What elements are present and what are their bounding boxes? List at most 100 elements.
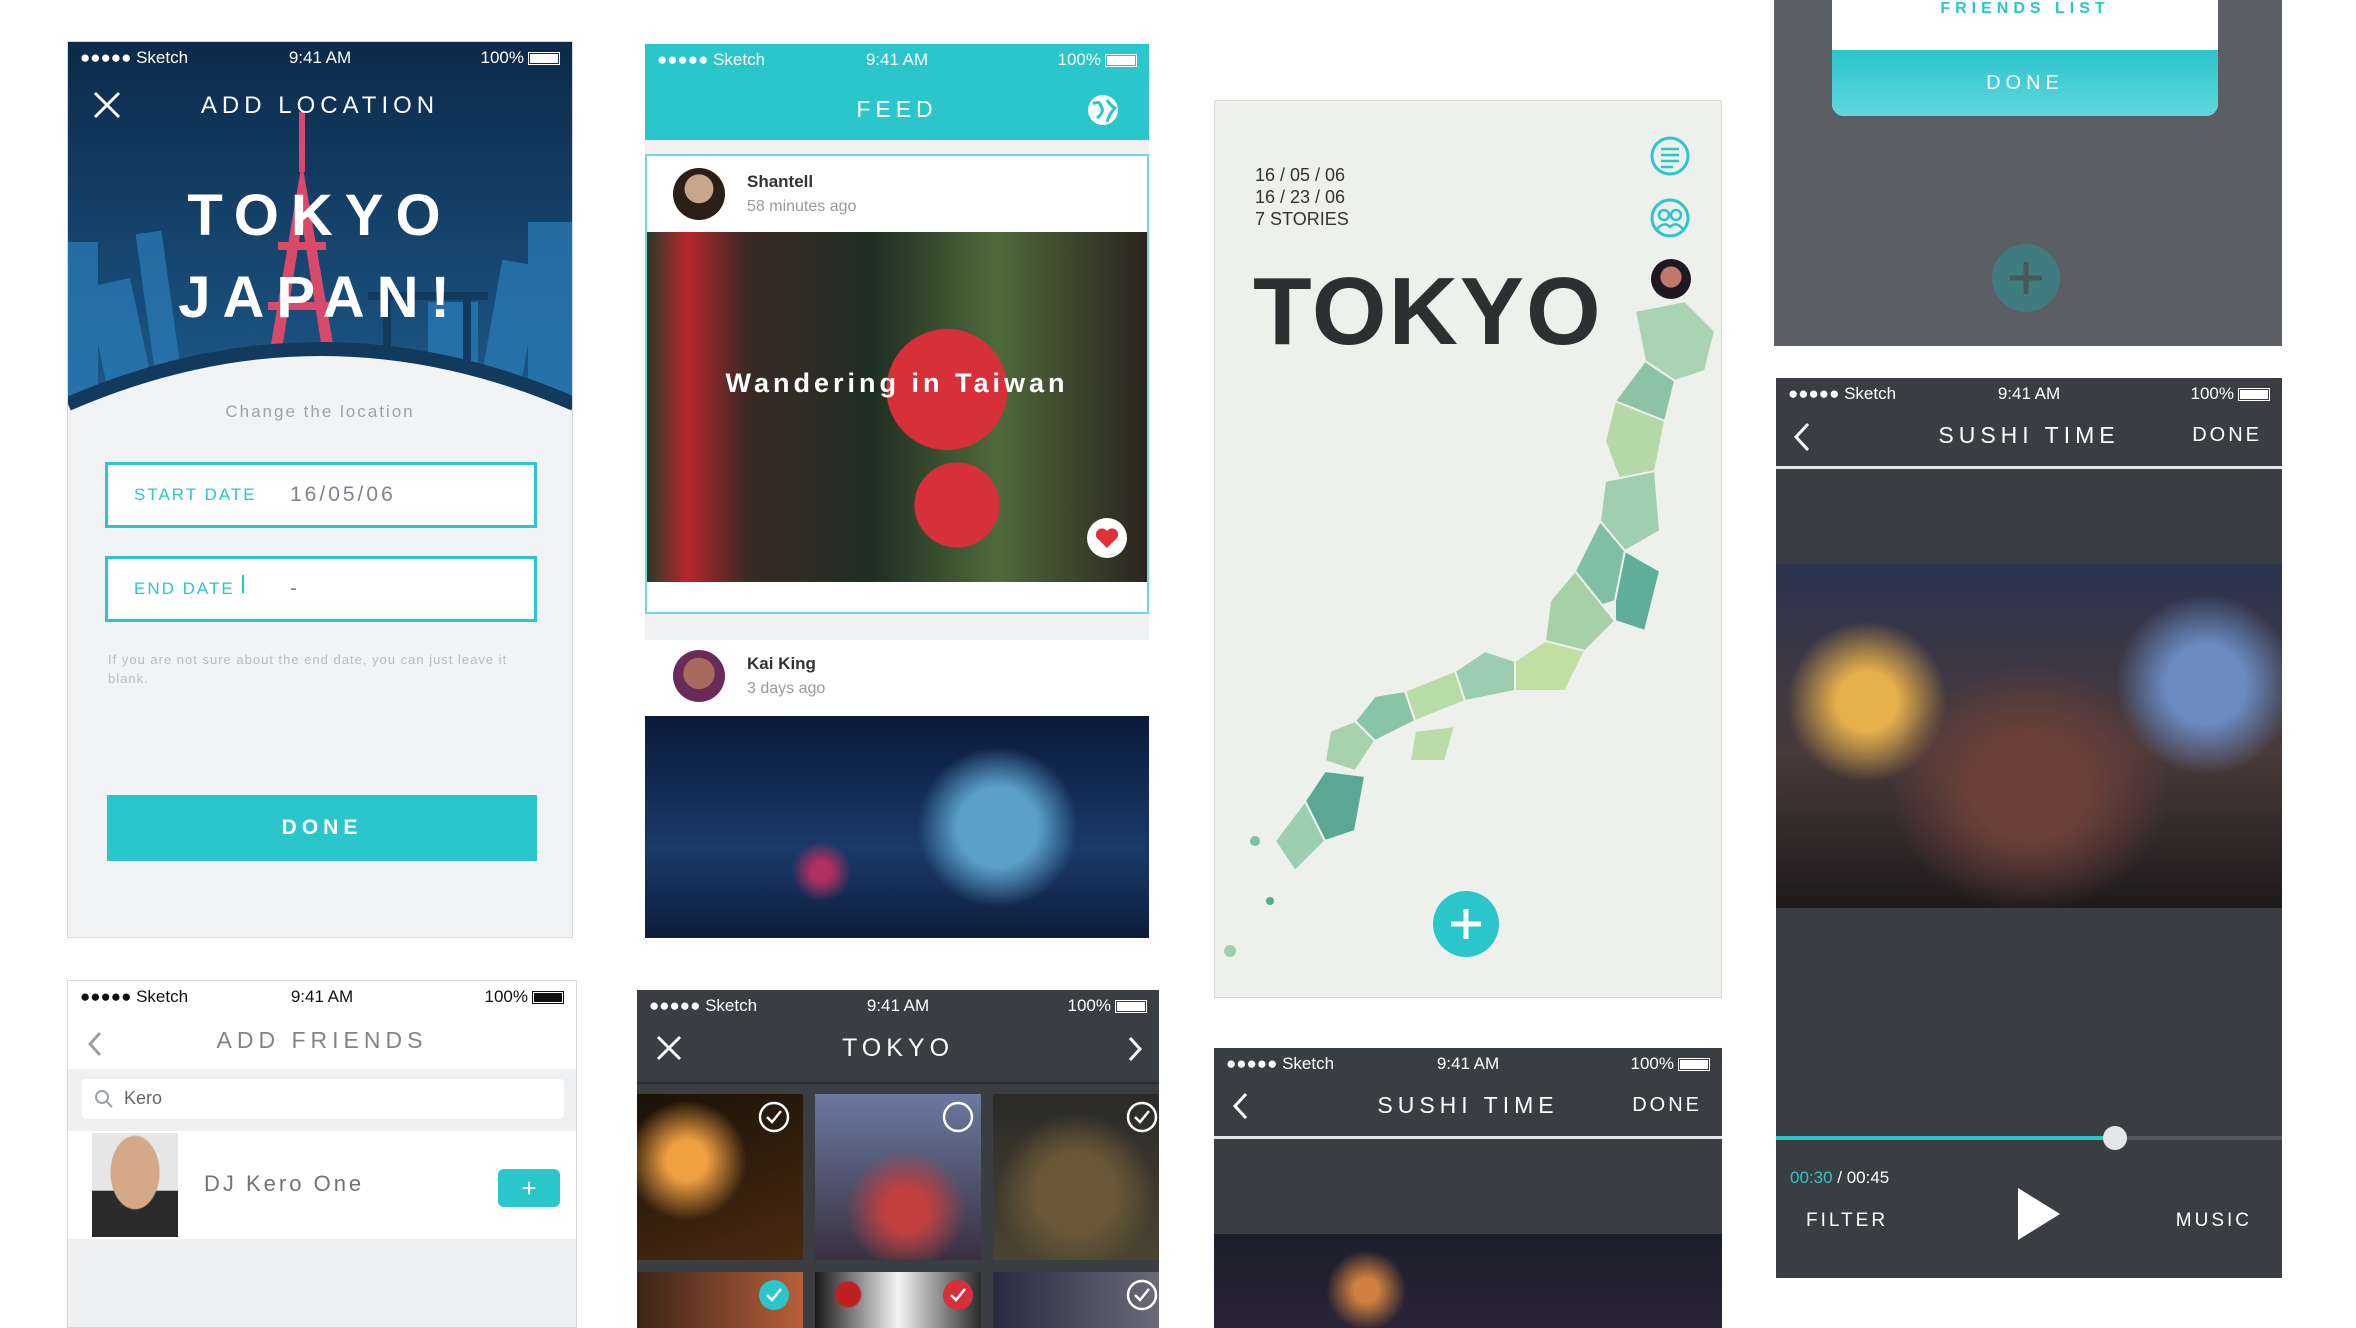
popup-title: FRIENDS LIST: [1940, 0, 2110, 17]
add-location-screen: ●●●●● Sketch 9:41 AM 100% ADD LOCATION T…: [67, 41, 573, 938]
done-button[interactable]: DONE: [2192, 424, 2262, 447]
search-value: Kero: [124, 1088, 163, 1108]
post-image[interactable]: Wandering in Taiwan: [647, 232, 1147, 582]
change-location-link[interactable]: Change the location: [68, 402, 572, 422]
trip-map-screen: 16 / 05 / 06 16 / 23 / 06 7 STORIES TOKY…: [1214, 100, 1722, 998]
total-time: / 00:45: [1832, 1168, 1890, 1187]
music-button[interactable]: MUSIC: [2176, 1210, 2252, 1232]
list-icon[interactable]: [1649, 135, 1691, 177]
city-title: TOKYO: [187, 183, 453, 248]
post-username[interactable]: Kai King: [747, 654, 816, 674]
battery-label: 100%: [1630, 1054, 1674, 1073]
filter-button[interactable]: FILTER: [1806, 1210, 1888, 1232]
check-icon[interactable]: [1125, 1278, 1159, 1312]
battery: 100%: [1631, 1054, 1710, 1074]
battery-icon: [1678, 1058, 1710, 1072]
end-date-field[interactable]: END DATE -: [105, 556, 537, 622]
battery-label: 100%: [1057, 50, 1101, 69]
gallery-title: TOKYO: [841, 1034, 955, 1062]
battery: 100%: [2191, 384, 2270, 404]
japan-map[interactable]: [1215, 271, 1721, 991]
scrub-handle[interactable]: [2103, 1126, 2128, 1150]
popup-card: FRIENDS LIST DONE: [1832, 0, 2218, 116]
end-date-label: END DATE: [134, 579, 235, 598]
battery-label: 100%: [2190, 384, 2234, 403]
friends-icon[interactable]: [1649, 197, 1691, 239]
start-date-value: 16/05/06: [290, 483, 396, 506]
video-preview[interactable]: [1776, 564, 2282, 908]
check-icon[interactable]: [757, 1100, 791, 1134]
image-caption: Wandering in Taiwan: [725, 368, 1069, 398]
battery-label: 100%: [484, 987, 528, 1006]
current-time: 00:30: [1790, 1168, 1833, 1187]
video-editor-screen: ●●●●● Sketch 9:41 AM 100% SUSHI TIME DON…: [1776, 378, 2282, 1278]
friend-row[interactable]: DJ Kero One +: [68, 1131, 576, 1239]
search-icon: [95, 1090, 113, 1108]
battery-label: 100%: [1067, 996, 1111, 1015]
post-time: 3 days ago: [747, 680, 826, 697]
battery-label: 100%: [480, 48, 524, 67]
check-icon[interactable]: [757, 1278, 791, 1312]
globe-icon[interactable]: [1085, 92, 1121, 128]
photo-thumb[interactable]: [993, 1272, 1159, 1328]
start-date-field[interactable]: START DATE 16/05/06: [105, 462, 537, 528]
video-preview[interactable]: [1214, 1234, 1722, 1328]
photo-thumb[interactable]: [993, 1094, 1159, 1260]
status-bar: ●●●●● Sketch 9:41 AM 100%: [1776, 378, 2282, 408]
add-story-button[interactable]: [1433, 891, 1499, 957]
photo-gallery-screen: ●●●●● Sketch 9:41 AM 100% TOKYO: [637, 990, 1159, 1328]
post-card[interactable]: Kai King 3 days ago: [645, 640, 1149, 938]
battery: 100%: [481, 48, 560, 68]
done-button[interactable]: DONE: [107, 795, 537, 861]
search-input[interactable]: Kero: [82, 1079, 564, 1119]
add-friend-button[interactable]: +: [498, 1169, 560, 1207]
end-date-value: -: [290, 577, 297, 600]
post-image[interactable]: [645, 716, 1149, 938]
check-icon[interactable]: [941, 1100, 975, 1134]
feed-title: FEED: [856, 96, 938, 122]
add-button[interactable]: [1992, 244, 2060, 312]
friend-name: DJ Kero One: [204, 1171, 365, 1196]
done-button[interactable]: DONE: [1632, 1094, 1702, 1117]
photo-thumb[interactable]: [637, 1272, 803, 1328]
stories-count: 7 STORIES: [1255, 209, 1349, 229]
battery-icon: [532, 991, 564, 1005]
friends-popup-screen: FRIENDS LIST DONE: [1774, 0, 2282, 346]
status-bar: ●●●●● Sketch 9:41 AM 100%: [68, 981, 576, 1011]
end-date: 16 / 23 / 06: [1255, 187, 1346, 207]
check-icon[interactable]: [941, 1278, 975, 1312]
play-icon[interactable]: [2014, 1184, 2064, 1244]
battery-icon: [528, 52, 560, 66]
country-title: JAPAN!: [178, 265, 462, 330]
avatar[interactable]: [673, 650, 725, 702]
post-username[interactable]: Shantell: [747, 172, 813, 192]
end-date-hint: If you are not sure about the end date, …: [108, 652, 508, 686]
photo-thumb[interactable]: [815, 1094, 981, 1260]
battery-icon: [1105, 54, 1137, 68]
feed-screen: ●●●●● Sketch 9:41 AM 100% FEED Shantell …: [645, 44, 1149, 938]
status-bar: ●●●●● Sketch 9:41 AM 100%: [68, 42, 572, 72]
battery-icon: [2238, 388, 2270, 402]
add-friends-screen: ●●●●● Sketch 9:41 AM 100% ADD FRIENDS Ke…: [67, 980, 577, 1328]
header-divider: [1214, 1136, 1722, 1139]
status-bar: ●●●●● Sketch 9:41 AM 100%: [637, 990, 1159, 1020]
avatar: [92, 1133, 178, 1237]
status-bar: ●●●●● Sketch 9:41 AM 100%: [1214, 1048, 1722, 1078]
start-date-label: START DATE: [134, 485, 257, 504]
photo-thumb[interactable]: [637, 1094, 803, 1260]
status-bar: ●●●●● Sketch 9:41 AM 100%: [645, 44, 1149, 74]
avatar[interactable]: [673, 168, 725, 220]
check-icon[interactable]: [1125, 1100, 1159, 1134]
start-date: 16 / 05 / 06: [1255, 165, 1346, 185]
popup-done-button[interactable]: DONE: [1832, 50, 2218, 116]
post-card[interactable]: Shantell 58 minutes ago Wandering in Tai…: [645, 154, 1149, 614]
battery: 100%: [1058, 50, 1137, 70]
photo-thumb[interactable]: [815, 1272, 981, 1328]
battery: 100%: [1068, 996, 1147, 1016]
like-heart-icon[interactable]: [1087, 518, 1127, 558]
next-chevron-icon[interactable]: [1125, 1034, 1145, 1064]
header-divider: [637, 1082, 1159, 1084]
text-cursor: [242, 575, 244, 593]
progress-fill: [1776, 1136, 2116, 1140]
post-time: 58 minutes ago: [747, 198, 857, 215]
